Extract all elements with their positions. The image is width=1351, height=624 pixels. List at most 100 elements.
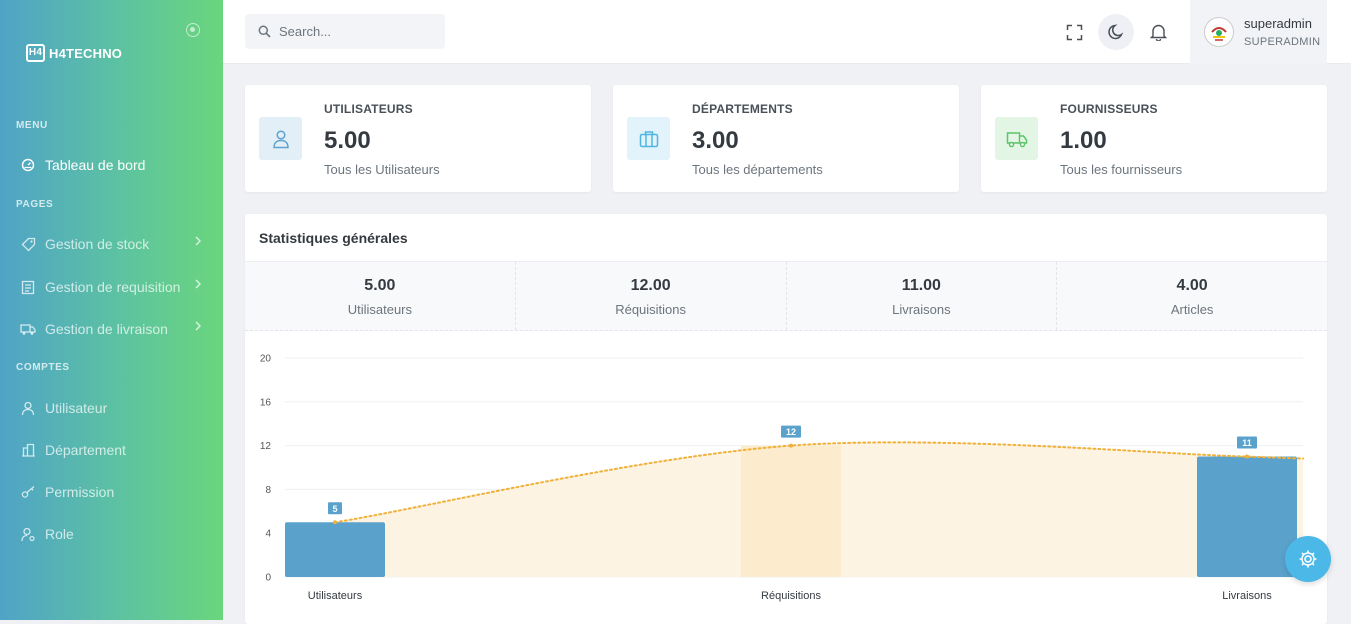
sidebar-item-utilisateur[interactable]: Utilisateur xyxy=(20,397,210,419)
sidebar-item-label: Gestion de livraison xyxy=(45,321,168,337)
kpi-requisitions: 12.00 Réquisitions xyxy=(516,262,787,330)
sidebar-item-label: Gestion de stock xyxy=(45,236,150,252)
kpi-label: Livraisons xyxy=(892,302,951,317)
settings-fab[interactable] xyxy=(1285,536,1331,582)
topbar: superadmin SUPERADMIN xyxy=(223,0,1351,64)
card-icon-box xyxy=(995,117,1038,160)
user-icon xyxy=(20,400,36,416)
kpi-utilisateurs: 5.00 Utilisateurs xyxy=(245,262,516,330)
gear-icon xyxy=(1299,550,1317,568)
data-point xyxy=(333,520,337,525)
sidebar-item-livraison[interactable]: Gestion de livraison xyxy=(20,318,210,340)
bar-livraisons xyxy=(1197,456,1297,577)
user-icon xyxy=(272,129,289,148)
card-value: 5.00 xyxy=(324,127,371,154)
sidebar-item-requisition[interactable]: Gestion de requisition xyxy=(20,276,210,298)
truck-icon xyxy=(20,321,36,337)
x-tick-label: Livraisons xyxy=(1222,590,1272,602)
sidebar-item-departement[interactable]: Département xyxy=(20,439,210,461)
data-point xyxy=(1245,454,1249,459)
card-departements: DÉPARTEMENTS 3.00 Tous les départements xyxy=(613,85,959,192)
y-tick-label: 16 xyxy=(260,397,272,408)
kpi-livraisons: 11.00 Livraisons xyxy=(787,262,1058,330)
user-menu[interactable]: superadmin SUPERADMIN xyxy=(1190,0,1327,64)
search-box[interactable] xyxy=(245,14,445,49)
card-label: FOURNISSEURS xyxy=(1060,102,1158,116)
highlight-band xyxy=(741,445,841,577)
x-tick-label: Utilisateurs xyxy=(308,590,363,602)
kpi-value: 5.00 xyxy=(364,277,396,294)
notifications-button[interactable] xyxy=(1140,14,1176,50)
avatar xyxy=(1204,17,1234,47)
kpi-value: 11.00 xyxy=(901,277,941,294)
building-icon xyxy=(20,442,36,458)
card-label: DÉPARTEMENTS xyxy=(692,102,793,116)
kpi-value: 4.00 xyxy=(1176,277,1208,294)
brand-logo[interactable]: H4 H4TECHNO xyxy=(26,44,122,62)
chevron-right-icon xyxy=(195,236,201,246)
bar-utilisateurs xyxy=(285,522,385,577)
chevron-right-icon xyxy=(195,279,201,289)
sidebar: H4 H4TECHNO MENU Tableau de bord PAGES G… xyxy=(0,0,223,620)
sidebar-item-stock[interactable]: Gestion de stock xyxy=(20,233,210,255)
card-value: 3.00 xyxy=(692,127,739,154)
x-tick-label: Réquisitions xyxy=(761,590,821,602)
key-icon xyxy=(20,484,36,500)
sidebar-item-role[interactable]: Role xyxy=(20,523,210,545)
brand-name: H4TECHNO xyxy=(49,45,123,61)
bell-icon xyxy=(1149,24,1167,41)
dashboard-icon xyxy=(20,157,36,173)
card-icon-box xyxy=(627,117,670,160)
y-tick-label: 12 xyxy=(260,441,272,452)
card-icon-box xyxy=(259,117,302,160)
document-list-icon xyxy=(20,279,36,295)
kpi-articles: 4.00 Articles xyxy=(1057,262,1327,330)
fullscreen-icon xyxy=(1066,24,1082,40)
y-tick-label: 20 xyxy=(260,354,272,365)
sidebar-item-label: Département xyxy=(45,442,126,458)
data-point xyxy=(789,443,793,448)
card-subtitle: Tous les Utilisateurs xyxy=(324,162,440,177)
kpi-label: Utilisateurs xyxy=(347,302,413,317)
sidebar-item-label: Tableau de bord xyxy=(45,157,146,173)
data-label: 12 xyxy=(786,427,796,437)
card-subtitle: Tous les départements xyxy=(692,162,823,177)
truck-icon xyxy=(1006,131,1027,147)
card-label: UTILISATEURS xyxy=(324,102,413,116)
y-tick-label: 0 xyxy=(265,573,271,584)
kpi-label: Réquisitions xyxy=(615,302,687,317)
h4-logo-icon: H4 xyxy=(26,44,45,62)
data-label: 11 xyxy=(1242,438,1252,448)
sidebar-item-permission[interactable]: Permission xyxy=(20,481,210,503)
sidebar-item-label: Role xyxy=(45,526,74,542)
user-settings-icon xyxy=(20,526,36,542)
sidebar-item-dashboard[interactable]: Tableau de bord xyxy=(20,154,210,176)
section-pages: PAGES xyxy=(16,199,54,210)
chevron-right-icon xyxy=(195,321,201,331)
user-role: SUPERADMIN xyxy=(1244,36,1321,48)
kpi-value: 12.00 xyxy=(630,277,671,294)
card-fournisseurs: FOURNISSEURS 1.00 Tous les fournisseurs xyxy=(981,85,1327,192)
sidebar-item-label: Gestion de requisition xyxy=(45,279,181,295)
data-label: 5 xyxy=(332,504,337,514)
tag-icon xyxy=(20,236,36,252)
sidebar-item-label: Utilisateur xyxy=(45,400,108,416)
card-value: 1.00 xyxy=(1060,127,1107,154)
card-subtitle: Tous les fournisseurs xyxy=(1060,162,1183,177)
sidebar-item-label: Permission xyxy=(45,484,115,500)
section-comptes: COMPTES xyxy=(16,362,70,373)
moon-icon xyxy=(1108,24,1124,40)
kpi-row: 5.00 Utilisateurs 12.00 Réquisitions 11.… xyxy=(245,261,1327,331)
sidebar-toggle-icon[interactable] xyxy=(186,23,200,37)
kpi-label: Articles xyxy=(1170,302,1214,317)
stats-title: Statistiques générales xyxy=(259,230,408,246)
briefcase-icon xyxy=(639,130,658,147)
user-name: superadmin xyxy=(1244,16,1312,31)
section-menu: MENU xyxy=(16,120,48,131)
search-input[interactable] xyxy=(279,24,429,39)
stats-chart: 0 4 8 12 16 20 5 12 11 Utilisateurs Réquisitions Li… xyxy=(260,354,1304,602)
stats-panel: Statistiques générales 5.00 Utilisateurs… xyxy=(245,214,1327,624)
dark-mode-button[interactable] xyxy=(1098,14,1134,50)
y-tick-label: 8 xyxy=(265,485,271,496)
fullscreen-button[interactable] xyxy=(1056,14,1092,50)
